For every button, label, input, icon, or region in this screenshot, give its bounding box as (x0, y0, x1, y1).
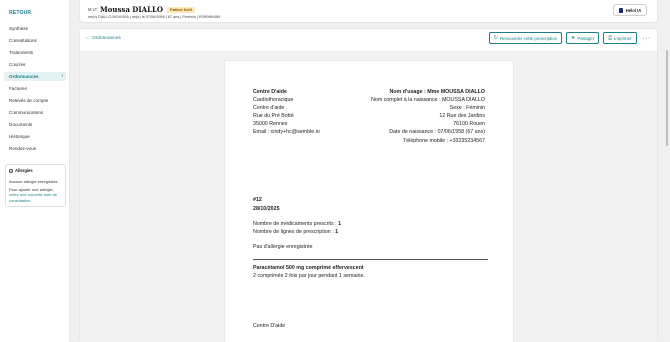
print-label: Imprimer (614, 35, 632, 41)
renew-label: Renouveler cette prescription (500, 35, 558, 41)
share-button[interactable]: ➤ Partager (566, 32, 600, 44)
ia-button-label: Helol IA (625, 7, 642, 13)
renew-prescription-button[interactable]: ↻ Renouveler cette prescription (488, 32, 563, 44)
allergies-none-text: Aucune allergie enregistrée (9, 179, 58, 184)
more-options-button[interactable]: ··· (643, 35, 652, 42)
refresh-icon: ↻ (493, 35, 498, 41)
allergies-title: Allergies (15, 168, 33, 173)
patient-birth-date: Date de naissance : 07/06/1958 (67 ans) (389, 129, 485, 136)
sidebar-item-rendez-vous[interactable]: Rendez-vous (4, 144, 66, 153)
sidebar-item-label: Ordonnances (9, 74, 39, 79)
sidebar-item-factures[interactable]: Factures (4, 84, 66, 93)
medication-name: Paracétamol 500 mg comprimé effervescent (253, 265, 364, 271)
patient-header: M LT. Moussa DIALLO Patient fictif né(e)… (79, 0, 658, 23)
allergy-note: Pas d'allergie enregistrée (253, 244, 313, 250)
print-button[interactable]: ⎙ Imprimer (603, 32, 637, 44)
medication-dosage: 2 comprimés 2 fois par jour pendant 1 se… (253, 273, 365, 279)
line-count: Nombre de lignes de prescription : 1 (253, 229, 339, 235)
prescription-number: #12 (253, 197, 262, 203)
create-consultation-note-link[interactable]: créez une nouvelle note de consultation. (9, 192, 57, 202)
prescriber-street: Rue du Pré Botté (253, 113, 294, 120)
main-content: ‹ Ordonnances ↻ Renouveler cette prescri… (79, 28, 658, 342)
patient-sex: Sexe : Féminin (449, 105, 485, 112)
patient-name: Moussa DIALLO (99, 5, 164, 14)
prescriber-email: Email : cindy+hc@semble.io (253, 129, 320, 136)
prescriber-title: Centre D'aide (253, 89, 287, 95)
patient-civility: M LT. (88, 7, 98, 12)
status-badge: Patient fictif (167, 6, 195, 13)
breadcrumb[interactable]: ‹ Ordonnances (86, 36, 121, 41)
sidebar: RETOUR Synthèse Consultations Traitement… (0, 0, 70, 342)
sidebar-item-traitements[interactable]: Traitements (4, 48, 66, 57)
chevron-left-icon: ‹ (86, 36, 88, 41)
info-icon (9, 168, 13, 173)
patient-usage-name: Nom d'usage : Mme MOUSSA DIALLO (389, 89, 485, 95)
sidebar-item-consultations[interactable]: Consultations (4, 36, 66, 45)
patient-street: 12 Rue des Jardins (439, 113, 485, 120)
sidebar-item-ordonnances[interactable]: Ordonnances › (4, 72, 66, 81)
separator-line (253, 259, 488, 260)
sidebar-item-releves[interactable]: Relevés de compte (4, 96, 66, 105)
ia-logo-icon (618, 7, 623, 13)
chevron-right-icon: › (61, 73, 63, 79)
patient-block: Nom d'usage : Mme MOUSSA DIALLO Nom comp… (371, 88, 485, 145)
back-button[interactable]: RETOUR (9, 10, 31, 16)
prescriber-city: 35000 Rennes (253, 121, 288, 128)
allergies-panel: Allergies Aucune allergie enregistrée Po… (5, 164, 66, 207)
sidebar-item-synthese[interactable]: Synthèse (4, 24, 66, 33)
prescription-document: Centre D'aide Cardiothoracique Centre d'… (224, 60, 514, 342)
sidebar-item-courrier[interactable]: Courrier (4, 60, 66, 69)
scrollbar[interactable] (666, 50, 668, 146)
breadcrumb-label: Ordonnances (91, 36, 121, 41)
toolbar: ↻ Renouveler cette prescription ➤ Partag… (485, 32, 651, 44)
prescriber-name: Centre d'aide (253, 105, 285, 112)
patient-phone: Téléphone mobile : +33235234567 (402, 137, 485, 144)
medication-count: Nombre de médicaments prescrits : 1 (253, 221, 342, 227)
patient-city: 76100 Rouen (453, 121, 485, 128)
share-label: Partager (577, 35, 595, 41)
patient-birth-name: Nom complet à la naissance : MOUSSA DIAL… (371, 97, 485, 104)
prescriber-specialty: Cardiothoracique (253, 97, 294, 104)
prescription-date: 28/10/2025 (253, 206, 280, 212)
prescriber-block: Centre D'aide Cardiothoracique Centre d'… (253, 88, 320, 137)
patient-info: né(e) DIALLO MOUSSA | né(e) le 07/06/195… (88, 15, 221, 19)
printer-icon: ⎙ (608, 35, 613, 41)
sidebar-item-communications[interactable]: Communications (4, 108, 66, 117)
ia-button[interactable]: Helol IA (613, 4, 647, 16)
signature: Centre D'aide (253, 323, 286, 329)
sidebar-item-documents[interactable]: Documents (4, 120, 66, 129)
send-icon: ➤ (571, 35, 576, 41)
sidebar-item-historique[interactable]: Historique (4, 132, 66, 141)
